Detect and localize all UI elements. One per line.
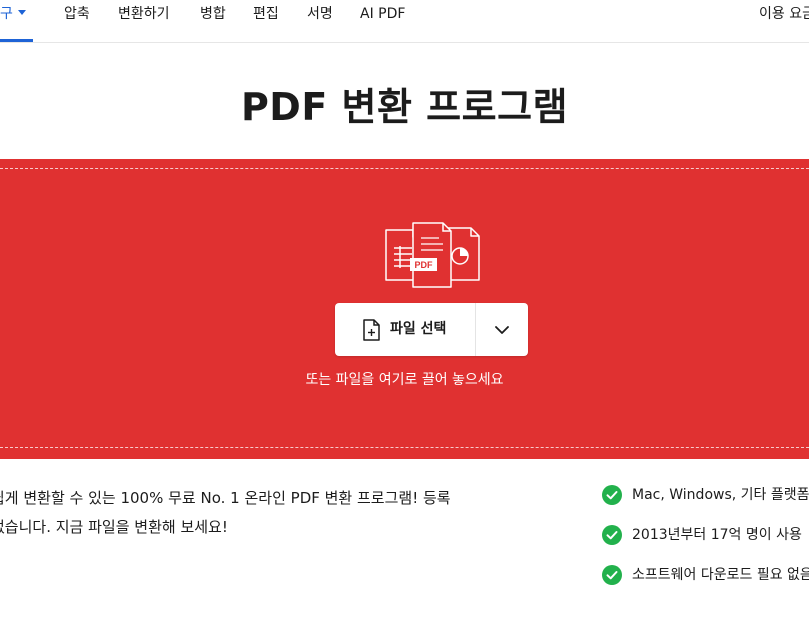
- nav-item-label: 구: [0, 6, 13, 22]
- file-select-button-group: 파일 선택: [335, 303, 528, 356]
- nav-item-compress[interactable]: 압축: [64, 0, 90, 42]
- description-line-2: 없습니다. 지금 파일을 변환해 보세요!: [0, 518, 228, 536]
- more-sources-dropdown[interactable]: [476, 303, 528, 356]
- nav-item-pricing[interactable]: 이용 요금: [759, 0, 809, 42]
- nav-item-ai-pdf[interactable]: AI PDF: [360, 0, 405, 42]
- file-drop-zone[interactable]: PDF 파일 선택 또는 파일을 여기로 끌어 놓으세요: [0, 159, 809, 459]
- caret-down-icon: [17, 9, 26, 15]
- description-line-1: 쉽게 변환할 수 있는 100% 무료 No. 1 온라인 PDF 변환 프로그…: [0, 489, 451, 507]
- nav-item-edit[interactable]: 편집: [253, 0, 279, 42]
- description-text: 쉽게 변환할 수 있는 100% 무료 No. 1 온라인 PDF 변환 프로그…: [0, 484, 500, 542]
- dropzone-border-bottom: [0, 447, 809, 448]
- active-tab-underline: [0, 39, 33, 42]
- select-file-label: 파일 선택: [390, 321, 447, 337]
- nav-item-merge[interactable]: 병합: [200, 0, 226, 42]
- feature-text: Mac, Windows, 기타 플랫폼: [632, 487, 809, 503]
- file-add-icon: [363, 319, 380, 341]
- top-nav: 구 압축 변환하기 병합 편집 서명 AI PDF 이용 요금: [0, 0, 809, 43]
- feature-text: 소프트웨어 다운로드 필요 없음: [632, 567, 809, 583]
- check-circle-icon: [602, 525, 622, 545]
- nav-item-tools[interactable]: 구: [0, 0, 26, 42]
- drop-hint-text: 또는 파일을 여기로 끌어 놓으세요: [305, 372, 504, 388]
- chevron-down-icon: [495, 326, 509, 334]
- page-title: PDF 변환 프로그램: [240, 85, 569, 129]
- check-circle-icon: [602, 565, 622, 585]
- documents-illustration: PDF: [385, 222, 480, 288]
- check-circle-icon: [602, 485, 622, 505]
- select-file-button[interactable]: 파일 선택: [335, 303, 475, 356]
- feature-text: 2013년부터 17억 명이 사용: [632, 527, 802, 543]
- nav-item-convert[interactable]: 변환하기: [118, 0, 170, 42]
- pdf-badge-text: PDF: [415, 260, 434, 270]
- dropzone-border-top: [0, 168, 809, 169]
- nav-item-sign[interactable]: 서명: [307, 0, 333, 42]
